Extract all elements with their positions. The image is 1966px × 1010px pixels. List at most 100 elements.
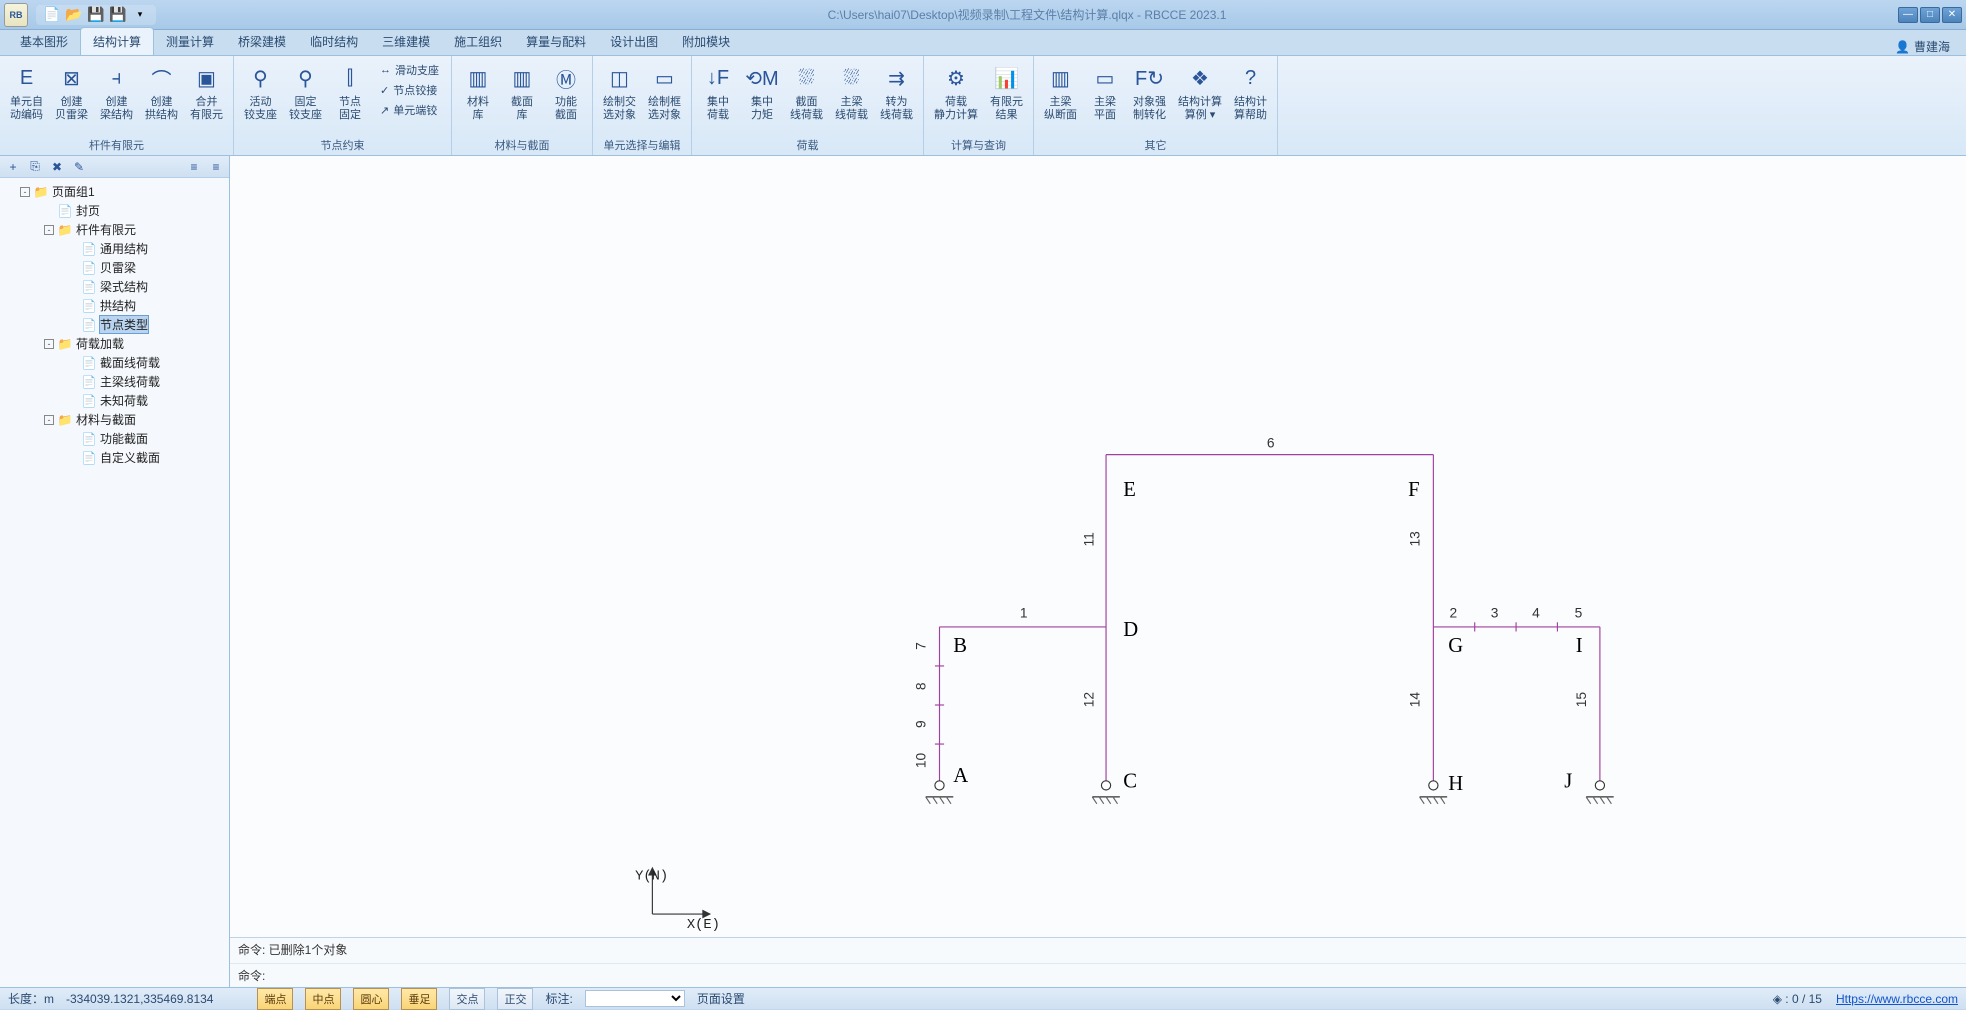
- tree-add-icon[interactable]: +: [6, 160, 20, 174]
- tree-view[interactable]: - 📁 页面组1 📄封页-📁杆件有限元📄通用结构📄贝雷梁📄梁式结构📄拱结构📄节点…: [0, 178, 229, 987]
- ribbon-btn-3-1[interactable]: ▭绘制框 选对象: [644, 59, 685, 125]
- tree-item-10[interactable]: 📄未知荷载: [4, 391, 225, 410]
- window-controls: — □ ✕: [1898, 7, 1962, 23]
- expander-icon[interactable]: -: [44, 339, 54, 349]
- ribbon-btn-3-0[interactable]: ◫绘制交 选对象: [599, 59, 640, 125]
- node-E: E: [1123, 479, 1136, 501]
- ribbon-btn-4-4[interactable]: ⇉转为 线荷载: [876, 59, 917, 125]
- ribbon-btn-4-3[interactable]: ⛆主梁 线荷载: [831, 59, 872, 125]
- snap-perp[interactable]: 垂足: [401, 988, 437, 1010]
- tree-copy-icon[interactable]: ⎘: [28, 160, 42, 174]
- ribbon-btn-0-2[interactable]: ⫞创建 梁结构: [96, 59, 137, 125]
- ribbon-small-1-0[interactable]: ↔滑动支座: [378, 61, 441, 79]
- snap-ortho[interactable]: 正交: [497, 988, 533, 1010]
- open-file-icon[interactable]: 📂: [66, 7, 82, 23]
- document-icon: 📄: [82, 356, 96, 370]
- tree-item-11[interactable]: -📁材料与截面: [4, 410, 225, 429]
- tree-item-5[interactable]: 📄拱结构: [4, 296, 225, 315]
- tree-delete-icon[interactable]: ✖: [50, 160, 64, 174]
- ribbon-icon: ▥: [506, 62, 538, 94]
- ribbon-btn-label: 创建 贝雷梁: [55, 96, 88, 122]
- ribbon-icon: ⚲: [245, 62, 277, 94]
- ribbon-tab-drawing[interactable]: 设计出图: [598, 28, 670, 55]
- ribbon-group-label: 计算与查询: [930, 135, 1027, 155]
- ribbon-btn-4-2[interactable]: ⛆截面 线荷载: [786, 59, 827, 125]
- expander-icon[interactable]: -: [44, 415, 54, 425]
- ribbon-btn-5-0[interactable]: ⚙荷载 静力计算: [930, 59, 982, 125]
- tree-item-0[interactable]: 📄封页: [4, 201, 225, 220]
- qat-dropdown-icon[interactable]: ▾: [132, 7, 148, 23]
- ribbon-btn-0-3[interactable]: ⌒创建 拱结构: [141, 59, 182, 125]
- ribbon-tab-addon[interactable]: 附加模块: [670, 28, 742, 55]
- website-link[interactable]: Https://www.rbcce.com: [1836, 992, 1958, 1006]
- tree-item-8[interactable]: 📄截面线荷载: [4, 353, 225, 372]
- minimize-button[interactable]: —: [1898, 7, 1918, 23]
- tree-root[interactable]: - 📁 页面组1: [4, 182, 225, 201]
- ribbon-btn-0-1[interactable]: ⊠创建 贝雷梁: [51, 59, 92, 125]
- snap-intersection[interactable]: 交点: [449, 988, 485, 1010]
- tree-edit-icon[interactable]: ✎: [72, 160, 86, 174]
- layer-icon[interactable]: ◈ : 0 / 15: [1773, 992, 1822, 1006]
- ribbon-btn-5-1[interactable]: 📊有限元 结果: [986, 59, 1027, 125]
- tree-item-4[interactable]: 📄梁式结构: [4, 277, 225, 296]
- ribbon-small-1-1[interactable]: ✓节点铰接: [378, 81, 441, 99]
- tree-item-1[interactable]: -📁杆件有限元: [4, 220, 225, 239]
- ribbon-tab-survey[interactable]: 测量计算: [154, 28, 226, 55]
- tree-item-2[interactable]: 📄通用结构: [4, 239, 225, 258]
- ribbon-icon: Ⓜ: [550, 62, 582, 94]
- tree-item-9[interactable]: 📄主梁线荷载: [4, 372, 225, 391]
- close-button[interactable]: ✕: [1942, 7, 1962, 23]
- snap-endpoint[interactable]: 端点: [257, 988, 293, 1010]
- ribbon-small-1-2[interactable]: ↗单元端铰: [378, 101, 441, 119]
- ribbon-btn-4-1[interactable]: ⟲M集中 力矩: [742, 59, 782, 125]
- ribbon-btn-0-0[interactable]: E单元自 动编码: [6, 59, 47, 125]
- ribbon-btn-2-0[interactable]: ▥材料 库: [458, 59, 498, 125]
- tree-item-7[interactable]: -📁荷载加载: [4, 334, 225, 353]
- ribbon-btn-6-3[interactable]: ❖结构计算 算例 ▾: [1174, 59, 1226, 125]
- document-icon: 📄: [58, 204, 72, 218]
- ribbon-btn-1-1[interactable]: ⚲固定 铰支座: [285, 59, 326, 125]
- ribbon-tab-basic[interactable]: 基本图形: [8, 28, 80, 55]
- new-file-icon[interactable]: 📄: [44, 7, 60, 23]
- page-setup-button[interactable]: 页面设置: [697, 990, 745, 1007]
- ribbon-tab-quantity[interactable]: 算量与配料: [514, 28, 598, 55]
- ribbon-btn-1-2[interactable]: ⫿节点 固定: [330, 59, 370, 125]
- ribbon-btn-6-1[interactable]: ▭主梁 平面: [1085, 59, 1125, 125]
- snap-midpoint[interactable]: 中点: [305, 988, 341, 1010]
- diagram-svg: A B C D E F G H I J 1 2 3 4 5 6 7 8 9 1: [230, 156, 1966, 937]
- ribbon-btn-6-0[interactable]: ▥主梁 纵断面: [1040, 59, 1081, 125]
- expander-icon[interactable]: -: [20, 187, 30, 197]
- ribbon-tab-temp[interactable]: 临时结构: [298, 28, 370, 55]
- tree-item-3[interactable]: 📄贝雷梁: [4, 258, 225, 277]
- tree-item-6[interactable]: 📄节点类型: [4, 315, 225, 334]
- ribbon-btn-2-1[interactable]: ▥截面 库: [502, 59, 542, 125]
- maximize-button[interactable]: □: [1920, 7, 1940, 23]
- ribbon-btn-2-2[interactable]: Ⓜ功能 截面: [546, 59, 586, 125]
- tree-toolbar: + ⎘ ✖ ✎ ≡ ≡: [0, 156, 229, 178]
- user-area[interactable]: 👤 曹建海: [1895, 38, 1958, 55]
- tree-item-12[interactable]: 📄功能截面: [4, 429, 225, 448]
- save-as-icon[interactable]: 💾: [110, 7, 126, 23]
- snap-center[interactable]: 圆心: [353, 988, 389, 1010]
- tree-item-13[interactable]: 📄自定义截面: [4, 448, 225, 467]
- ribbon-btn-6-2[interactable]: F↻对象强 制转化: [1129, 59, 1170, 125]
- mark-combo[interactable]: [585, 990, 685, 1007]
- tree-panel: + ⎘ ✖ ✎ ≡ ≡ - 📁 页面组1 📄封页-📁杆件有限元📄通用结构📄贝雷梁…: [0, 156, 230, 987]
- tree-outdent-icon[interactable]: ≡: [187, 160, 201, 174]
- layer-count: 0 / 15: [1792, 992, 1822, 1006]
- tree-indent-icon[interactable]: ≡: [209, 160, 223, 174]
- ribbon-btn-4-0[interactable]: ↓F集中 荷载: [698, 59, 738, 125]
- ribbon-tab-structure[interactable]: 结构计算: [80, 27, 154, 55]
- ribbon-tab-construction[interactable]: 施工组织: [442, 28, 514, 55]
- command-input[interactable]: [269, 969, 1958, 983]
- ribbon-btn-1-0[interactable]: ⚲活动 铰支座: [240, 59, 281, 125]
- ribbon-btn-6-4[interactable]: ?结构计 算帮助: [1230, 59, 1271, 125]
- ribbon-btn-0-4[interactable]: ▣合并 有限元: [186, 59, 227, 125]
- document-icon: 📄: [82, 432, 96, 446]
- ribbon-tab-bridge[interactable]: 桥梁建模: [226, 28, 298, 55]
- ribbon-group-4: ↓F集中 荷载⟲M集中 力矩⛆截面 线荷载⛆主梁 线荷载⇉转为 线荷载荷载: [692, 56, 924, 155]
- save-icon[interactable]: 💾: [88, 7, 104, 23]
- ribbon-tab-3d[interactable]: 三维建模: [370, 28, 442, 55]
- expander-icon[interactable]: -: [44, 225, 54, 235]
- drawing-canvas[interactable]: A B C D E F G H I J 1 2 3 4 5 6 7 8 9 1: [230, 156, 1966, 937]
